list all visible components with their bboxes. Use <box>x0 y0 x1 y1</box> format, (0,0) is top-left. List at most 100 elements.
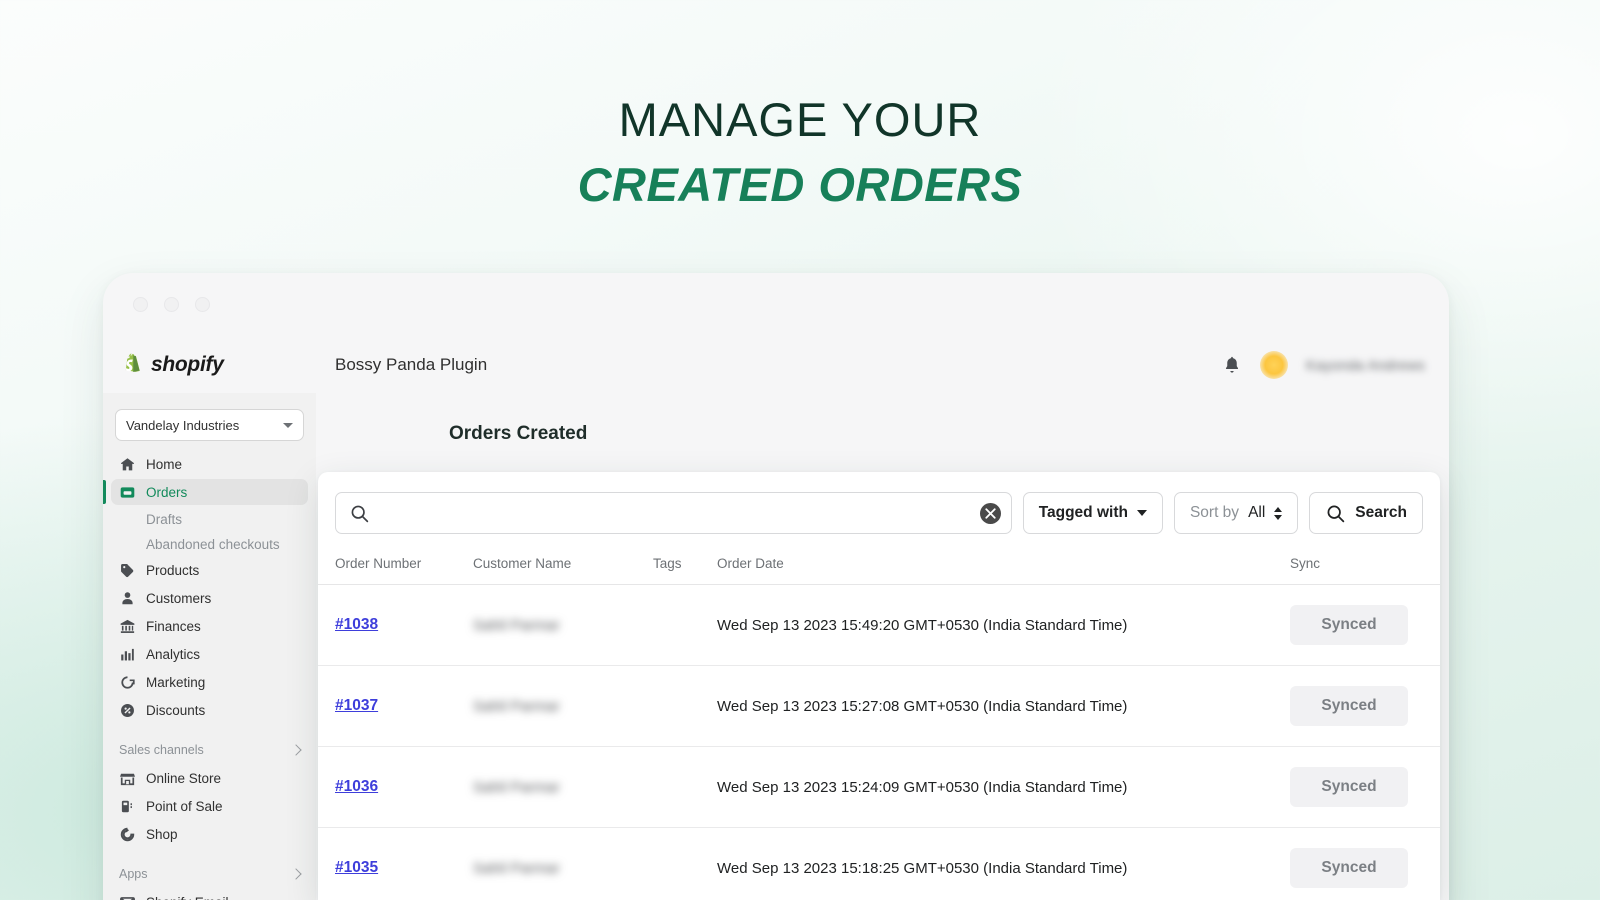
cell-order-number: #1035 <box>318 827 473 900</box>
store-selector[interactable]: Vandelay Industries <box>115 409 304 441</box>
sidebar-item-label: Home <box>146 456 183 472</box>
sidebar-item-shopify-email[interactable]: Shopify Email <box>111 889 308 900</box>
sidebar-item-label: Orders <box>146 484 188 500</box>
sort-updown-icon <box>1274 506 1283 520</box>
sidebar-item-marketing[interactable]: Marketing <box>111 669 308 695</box>
store-selector-label: Vandelay Industries <box>126 417 240 433</box>
cell-order-date: Wed Sep 13 2023 15:27:08 GMT+0530 (India… <box>717 665 1290 747</box>
order-number-link[interactable]: #1037 <box>335 697 378 714</box>
column-header-customer-name: Customer Name <box>473 548 653 585</box>
sidebar-item-point-of-sale[interactable]: Point of Sale <box>111 793 308 819</box>
window-controls <box>133 297 210 312</box>
bell-icon[interactable] <box>1222 355 1242 375</box>
cell-tags <box>653 584 717 666</box>
sidebar: Vandelay Industries Home Orders Drafts A… <box>103 393 316 900</box>
sidebar-item-drafts[interactable]: Drafts <box>111 507 308 532</box>
sort-prefix-label: Sort by <box>1189 504 1240 521</box>
order-number-link[interactable]: #1038 <box>335 616 378 633</box>
sidebar-group-label: Apps <box>119 867 148 881</box>
order-number-link[interactable]: #1035 <box>335 859 378 876</box>
sync-status-button[interactable]: Synced <box>1290 605 1408 645</box>
topbar-right-cluster: Kayonda Andrews <box>1222 337 1425 393</box>
search-box[interactable] <box>335 492 1012 534</box>
bank-icon <box>119 618 136 635</box>
sidebar-item-orders[interactable]: Orders <box>103 479 308 505</box>
sidebar-item-label: Finances <box>146 618 201 634</box>
sidebar-group-sales-channels[interactable]: Sales channels <box>111 739 308 761</box>
column-header-order-number: Order Number <box>318 548 473 585</box>
chevron-right-icon <box>290 868 302 880</box>
cell-order-date: Wed Sep 13 2023 15:24:09 GMT+0530 (India… <box>717 746 1290 828</box>
cell-customer-name: Sahil Parmar <box>473 827 653 900</box>
cell-customer-name: Sahil Parmar <box>473 746 653 828</box>
sidebar-item-label: Drafts <box>146 512 183 527</box>
minimize-window-button[interactable] <box>164 297 179 312</box>
tag-icon <box>119 562 136 579</box>
cell-order-date: Wed Sep 13 2023 15:49:20 GMT+0530 (India… <box>717 584 1290 666</box>
chevron-right-icon <box>290 744 302 756</box>
shop-icon <box>119 826 136 843</box>
table-row[interactable]: #1035 Sahil Parmar Wed Sep 13 2023 15:18… <box>318 827 1440 900</box>
clear-search-icon[interactable] <box>979 502 1001 524</box>
email-icon <box>119 894 136 900</box>
sidebar-item-label: Analytics <box>146 646 201 662</box>
close-window-button[interactable] <box>133 297 148 312</box>
sidebar-item-products[interactable]: Products <box>111 557 308 583</box>
sidebar-item-online-store[interactable]: Online Store <box>111 765 308 791</box>
pos-icon <box>119 798 136 815</box>
megaphone-icon <box>119 674 136 691</box>
tagged-with-dropdown[interactable]: Tagged with <box>1022 492 1163 534</box>
sync-status-button[interactable]: Synced <box>1290 686 1408 726</box>
cell-customer-name: Sahil Parmar <box>473 584 653 666</box>
sidebar-item-analytics[interactable]: Analytics <box>111 641 308 667</box>
table-row[interactable]: #1036 Sahil Parmar Wed Sep 13 2023 15:24… <box>318 746 1440 828</box>
sidebar-item-label: Point of Sale <box>146 798 223 814</box>
home-icon <box>119 456 136 473</box>
hero-line-1: MANAGE YOUR <box>618 93 982 146</box>
sidebar-item-abandoned-checkouts[interactable]: Abandoned checkouts <box>111 532 308 557</box>
sidebar-item-home[interactable]: Home <box>111 451 308 477</box>
sync-status-button[interactable]: Synced <box>1290 767 1408 807</box>
search-icon <box>351 505 369 522</box>
shopify-bag-icon <box>125 353 140 372</box>
sidebar-item-label: Abandoned checkouts <box>146 537 280 552</box>
column-header-sync: Sync <box>1290 548 1440 585</box>
sidebar-item-label: Shop <box>146 826 178 842</box>
cell-tags <box>653 746 717 828</box>
sort-dropdown[interactable]: Sort by All <box>1173 492 1299 534</box>
window-titlebar <box>103 273 1449 337</box>
customer-name: Sahil Parmar <box>473 616 560 634</box>
shopify-logo[interactable]: shopify <box>121 353 317 378</box>
sidebar-group-apps[interactable]: Apps <box>111 863 308 885</box>
sidebar-item-label: Online Store <box>146 770 222 786</box>
table-row[interactable]: #1038 Sahil Parmar Wed Sep 13 2023 15:49… <box>318 584 1440 666</box>
cell-order-number: #1037 <box>318 665 473 747</box>
filter-bar: Tagged with Sort by All Search <box>318 472 1440 548</box>
avatar[interactable] <box>1260 351 1289 379</box>
person-icon <box>119 590 136 607</box>
cell-sync: Synced <box>1290 746 1440 828</box>
sidebar-item-discounts[interactable]: Discounts <box>111 697 308 723</box>
table-row[interactable]: #1037 Sahil Parmar Wed Sep 13 2023 15:27… <box>318 665 1440 747</box>
search-button[interactable]: Search <box>1309 492 1423 534</box>
orders-table-head: Order Number Customer Name Tags Order Da… <box>318 548 1440 585</box>
maximize-window-button[interactable] <box>195 297 210 312</box>
search-input[interactable] <box>370 504 980 522</box>
cell-sync: Synced <box>1290 665 1440 747</box>
sidebar-item-finances[interactable]: Finances <box>111 613 308 639</box>
sidebar-group-label: Sales channels <box>119 743 204 757</box>
sidebar-item-customers[interactable]: Customers <box>111 585 308 611</box>
cell-tags <box>653 665 717 747</box>
user-name: Kayonda Andrews <box>1306 357 1425 373</box>
sidebar-item-shop[interactable]: Shop <box>111 821 308 847</box>
order-number-link[interactable]: #1036 <box>335 778 378 795</box>
cell-order-number: #1036 <box>318 746 473 828</box>
orders-icon <box>119 484 136 501</box>
cell-sync: Synced <box>1290 827 1440 900</box>
sidebar-nav: Home Orders Drafts Abandoned checkouts P… <box>103 451 316 900</box>
cell-order-number: #1038 <box>318 584 473 666</box>
sync-status-button[interactable]: Synced <box>1290 848 1408 888</box>
table-header-row: Order Number Customer Name Tags Order Da… <box>318 548 1440 585</box>
sidebar-item-label: Discounts <box>146 702 206 718</box>
app-title: Bossy Panda Plugin <box>335 355 488 374</box>
